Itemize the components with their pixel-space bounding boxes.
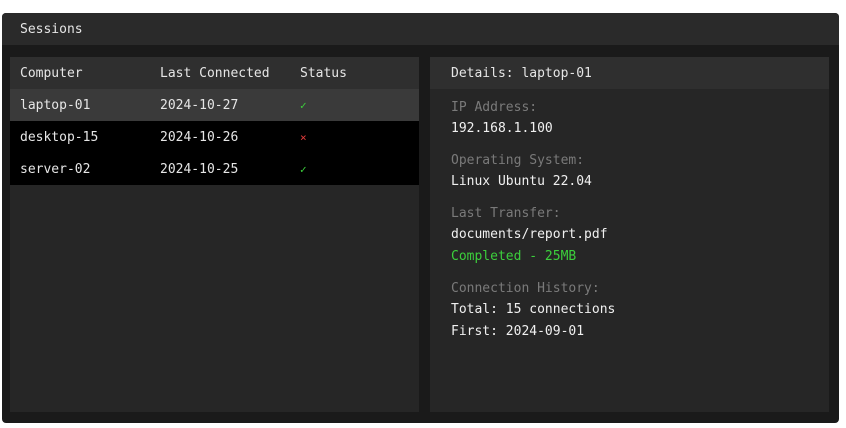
table-header: Computer Last Connected Status: [10, 57, 419, 89]
column-header-computer[interactable]: Computer: [20, 66, 160, 81]
computer-cell: laptop-01: [20, 97, 91, 113]
ip-address-label: IP Address:: [451, 100, 538, 115]
details-header: Details: laptop-01: [430, 57, 829, 89]
status-ok-icon: ✓: [300, 98, 307, 112]
table-row-desktop-15[interactable]: desktop-15 2024-10-26 ×: [10, 121, 419, 153]
operating-system-value: Linux Ubuntu 22.04: [451, 174, 592, 189]
title-bar: Sessions: [2, 13, 839, 45]
window-title: Sessions: [20, 21, 83, 37]
column-header-last-connected[interactable]: Last Connected: [160, 66, 300, 81]
details-title: Details: laptop-01: [451, 65, 592, 81]
connection-history-label: Connection History:: [451, 281, 600, 296]
details-panel: Details: laptop-01 IP Address: 192.168.1…: [430, 57, 829, 412]
details-body: IP Address: 192.168.1.100 Operating Syst…: [430, 89, 829, 351]
last-transfer-label: Last Transfer:: [451, 206, 561, 221]
sessions-table: Computer Last Connected Status laptop-01…: [10, 57, 419, 412]
last-connected-cell: 2024-10-27: [160, 97, 239, 113]
last-connected-cell: 2024-10-25: [160, 161, 239, 177]
ip-address-value: 192.168.1.100: [451, 121, 553, 136]
table-row-server-02[interactable]: server-02 2024-10-25 ✓: [10, 153, 419, 185]
operating-system-label: Operating System:: [451, 153, 585, 168]
last-transfer-status: Completed - 25MB: [451, 249, 577, 264]
connection-history-first: First: 2024-09-01: [451, 324, 585, 339]
computer-cell: desktop-15: [20, 129, 99, 145]
table-row-laptop-01[interactable]: laptop-01 2024-10-27 ✓: [10, 89, 419, 121]
last-transfer-file: documents/report.pdf: [451, 227, 608, 242]
sessions-window: Sessions Computer Last Connected Status …: [2, 13, 839, 423]
column-header-status[interactable]: Status: [300, 66, 400, 81]
computer-cell: server-02: [20, 161, 91, 177]
status-error-icon: ×: [300, 130, 307, 144]
status-ok-icon: ✓: [300, 162, 307, 176]
last-connected-cell: 2024-10-26: [160, 129, 239, 145]
connection-history-total: Total: 15 connections: [451, 302, 616, 317]
